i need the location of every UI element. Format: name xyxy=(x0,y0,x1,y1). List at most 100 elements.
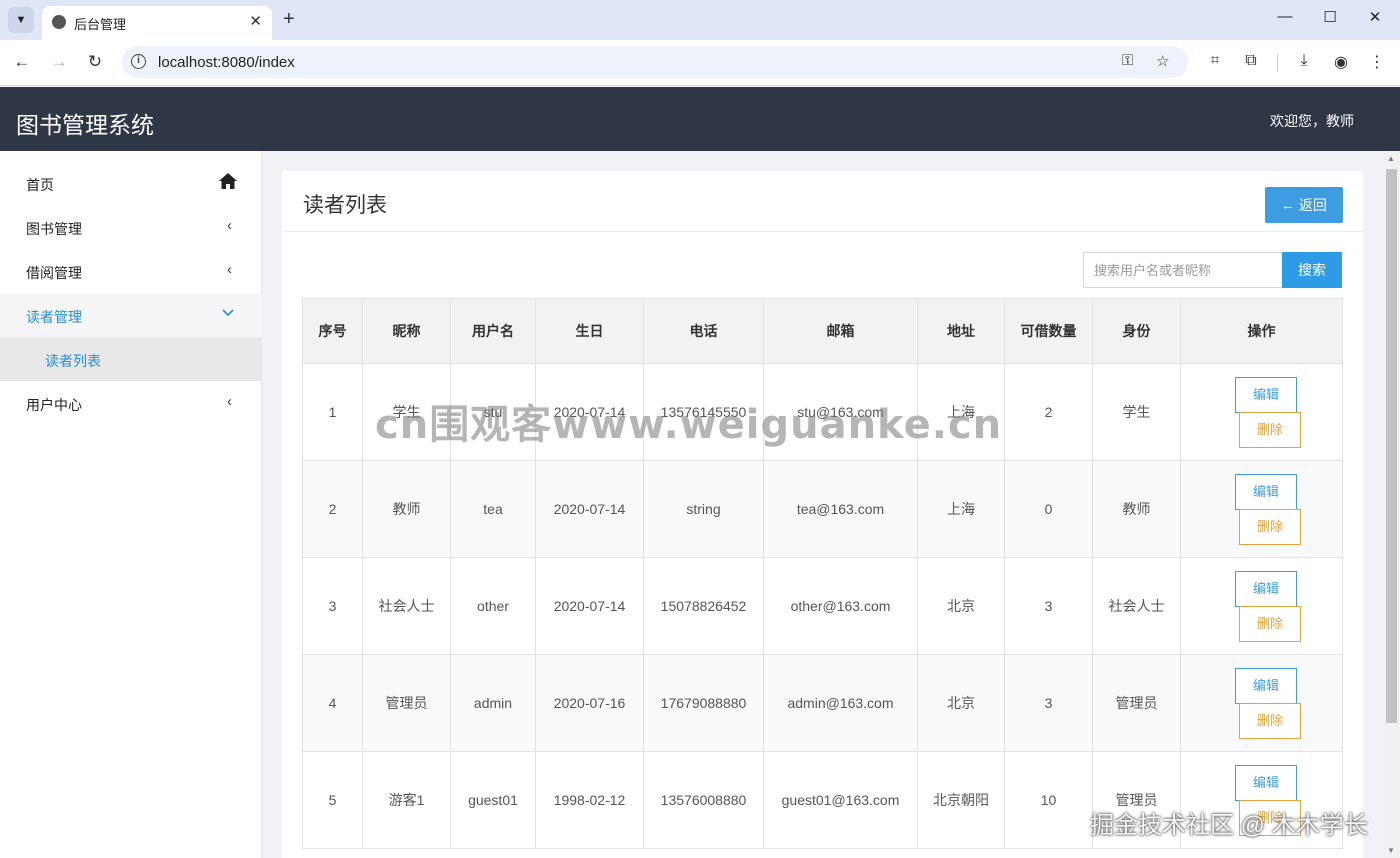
table-row: 3 社会人士 other 2020-07-14 15078826452 other@163… xyxy=(302,557,1343,655)
table-cell-birthday: 2020-07-16 xyxy=(535,654,644,752)
scroll-thumb[interactable] xyxy=(1386,169,1397,723)
column-header: 电话 xyxy=(643,298,764,364)
chevron-left-icon: ‹ xyxy=(227,261,232,278)
edit-button[interactable]: 编辑 xyxy=(1235,473,1297,510)
app-title: 图书管理系统 xyxy=(16,112,154,138)
table-cell-username: guest01 xyxy=(450,751,536,849)
browser-tab-bar: ▼ 后台管理 ✕ + — ☐ ✕ xyxy=(0,0,1400,40)
sidebar-item-borrow-management[interactable]: 借阅管理 ‹ xyxy=(0,249,262,293)
profile-icon[interactable]: ◉ xyxy=(1330,52,1352,72)
edit-button[interactable]: 编辑 xyxy=(1235,764,1297,801)
tab-close-icon[interactable]: ✕ xyxy=(249,12,262,30)
new-tab-icon[interactable]: + xyxy=(283,8,295,31)
table-cell-role: 社会人士 xyxy=(1092,557,1181,655)
table-cell-email: other@163.com xyxy=(763,557,918,655)
page-title: 读者列表 xyxy=(303,194,387,217)
table-cell-role: 学生 xyxy=(1092,363,1181,461)
forward-arrow-icon[interactable]: → xyxy=(47,52,71,72)
table-cell-username: tea xyxy=(450,460,536,558)
table-cell-address: 北京 xyxy=(917,654,1005,752)
table-cell-nickname: 社会人士 xyxy=(362,557,451,655)
watermark-site: cn围观客www.weiguanke.cn xyxy=(375,402,1003,448)
chevron-left-icon: ‹ xyxy=(227,217,232,234)
panel-header: 读者列表 ← 返回 xyxy=(282,171,1363,232)
search-button[interactable]: 搜索 xyxy=(1282,252,1342,288)
table-cell-actions: 编辑 删除 xyxy=(1180,557,1343,655)
sidebar-item-book-management[interactable]: 图书管理 ‹ xyxy=(0,205,262,249)
scroll-up-arrow-icon[interactable]: ▲ xyxy=(1387,154,1395,163)
reader-table: 序号 昵称 用户名 生日 电话 邮箱 地址 可借数量 身份 操作 1 学生 stu 2… xyxy=(302,298,1343,849)
reader-list-panel: 读者列表 ← 返回 搜索 序号 昵称 用户名 生日 电话 邮箱 地址 可 xyxy=(282,171,1363,858)
scroll-down-arrow-icon[interactable]: ▼ xyxy=(1387,846,1395,855)
sidebar-item-reader-list[interactable]: 读者列表 xyxy=(0,337,262,381)
table-cell-no: 4 xyxy=(302,654,363,752)
welcome-text: 欢迎您，教师 xyxy=(1270,113,1354,129)
edit-button[interactable]: 编辑 xyxy=(1235,570,1297,607)
table-cell-actions: 编辑 删除 xyxy=(1180,363,1343,461)
sidebar-item-label: 用户中心 xyxy=(26,397,82,413)
sidebar: 首页 图书管理 ‹ 借阅管理 ‹ 读者管理 读者列表 用户中心 ‹ xyxy=(0,151,262,858)
table-cell-birthday: 1998-02-12 xyxy=(535,751,644,849)
reload-icon[interactable]: ↻ xyxy=(83,52,107,72)
delete-button[interactable]: 删除 xyxy=(1239,411,1301,448)
address-bar[interactable]: i localhost:8080/index ⚿ ☆ xyxy=(122,46,1188,78)
table-cell-quota: 2 xyxy=(1004,363,1093,461)
sidebar-item-reader-management[interactable]: 读者管理 xyxy=(0,293,262,337)
table-cell-nickname: 教师 xyxy=(362,460,451,558)
sidebar-item-user-center[interactable]: 用户中心 ‹ xyxy=(0,381,262,425)
table-row: 2 教师 tea 2020-07-14 string tea@163.com 上海 0 教师 编辑… xyxy=(302,460,1343,558)
column-header: 可借数量 xyxy=(1004,298,1093,364)
table-cell-phone: 17679088880 xyxy=(643,654,764,752)
column-header: 生日 xyxy=(535,298,644,364)
column-header: 序号 xyxy=(302,298,363,364)
delete-button[interactable]: 删除 xyxy=(1239,702,1301,739)
url-text[interactable]: localhost:8080/index xyxy=(158,54,295,71)
back-arrow-icon[interactable]: ← xyxy=(10,52,34,72)
back-button[interactable]: ← 返回 xyxy=(1265,187,1343,223)
page-scrollbar[interactable]: ▲ ▼ xyxy=(1383,151,1400,858)
globe-icon xyxy=(52,15,66,29)
delete-button[interactable]: 删除 xyxy=(1239,508,1301,545)
table-cell-phone: 15078826452 xyxy=(643,557,764,655)
home-icon xyxy=(219,173,237,189)
browser-toolbar: ← → ↻ i localhost:8080/index ⚿ ☆ ⌗ ⧉ ⤓ ◉… xyxy=(0,40,1400,86)
table-cell-quota: 10 xyxy=(1004,751,1093,849)
edit-button[interactable]: 编辑 xyxy=(1235,667,1297,704)
window-close-icon[interactable]: ✕ xyxy=(1360,8,1390,26)
table-cell-birthday: 2020-07-14 xyxy=(535,460,644,558)
site-info-icon[interactable]: i xyxy=(131,54,146,69)
main-content: 读者列表 ← 返回 搜索 序号 昵称 用户名 生日 电话 邮箱 地址 可 xyxy=(262,151,1383,858)
table-cell-phone: string xyxy=(643,460,764,558)
table-cell-quota: 3 xyxy=(1004,654,1093,752)
edit-button[interactable]: 编辑 xyxy=(1235,376,1297,413)
minimize-icon[interactable]: — xyxy=(1270,8,1300,25)
sidebar-item-label: 读者列表 xyxy=(45,353,101,369)
table-cell-nickname: 管理员 xyxy=(362,654,451,752)
sidebar-item-label: 首页 xyxy=(26,177,54,193)
table-cell-quota: 3 xyxy=(1004,557,1093,655)
delete-button[interactable]: 删除 xyxy=(1239,605,1301,642)
column-header: 操作 xyxy=(1180,298,1343,364)
browser-tab[interactable]: 后台管理 ✕ xyxy=(42,6,272,40)
key-icon[interactable]: ⚿ xyxy=(1122,52,1133,69)
download-icon[interactable]: ⤓ xyxy=(1293,52,1315,70)
chevron-left-icon: ‹ xyxy=(227,393,232,410)
column-header: 身份 xyxy=(1092,298,1181,364)
table-cell-quota: 0 xyxy=(1004,460,1093,558)
extensions-icon[interactable]: ⧉ xyxy=(1240,52,1262,70)
more-menu-icon[interactable]: ⋮ xyxy=(1366,52,1388,72)
crop-icon[interactable]: ⌗ xyxy=(1204,52,1226,70)
table-cell-email: tea@163.com xyxy=(763,460,918,558)
sidebar-item-home[interactable]: 首页 xyxy=(0,161,262,205)
sidebar-item-label: 图书管理 xyxy=(26,221,82,237)
search-input[interactable] xyxy=(1083,252,1283,288)
maximize-icon[interactable]: ☐ xyxy=(1315,8,1345,26)
column-header: 邮箱 xyxy=(763,298,918,364)
table-cell-no: 5 xyxy=(302,751,363,849)
watermark-community: 掘金技术社区 @ 木木学长 xyxy=(1090,812,1368,839)
table-cell-actions: 编辑 删除 xyxy=(1180,654,1343,752)
tab-search-chevron-icon[interactable]: ▼ xyxy=(8,7,34,33)
table-cell-birthday: 2020-07-14 xyxy=(535,557,644,655)
table-header-row: 序号 昵称 用户名 生日 电话 邮箱 地址 可借数量 身份 操作 xyxy=(302,298,1343,364)
bookmark-star-icon[interactable]: ☆ xyxy=(1156,52,1169,70)
